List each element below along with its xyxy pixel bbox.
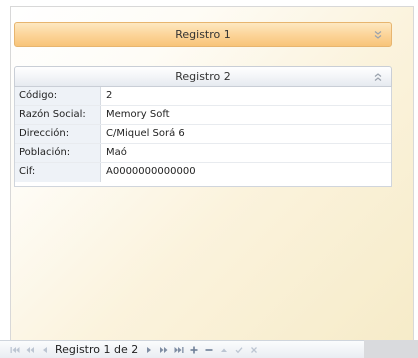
field-row-direccion: Dirección: C/Miquel Sorá 6 [15, 125, 391, 144]
field-label: Razón Social: [15, 106, 101, 124]
field-value[interactable]: Memory Soft [101, 106, 170, 124]
previous-record-icon[interactable] [38, 343, 52, 357]
double-chevron-up-icon[interactable] [373, 71, 383, 83]
field-label: Población: [15, 144, 101, 162]
size-grip [364, 340, 418, 358]
cancel-edit-icon[interactable] [247, 343, 261, 357]
delete-record-icon[interactable] [202, 343, 216, 357]
previous-page-icon[interactable] [23, 343, 37, 357]
double-chevron-down-icon[interactable] [373, 29, 383, 41]
next-page-icon[interactable] [157, 343, 171, 357]
record-grid: Código: 2 Razón Social: Memory Soft Dire… [14, 87, 392, 187]
next-record-icon[interactable] [142, 343, 156, 357]
last-record-icon[interactable] [172, 343, 186, 357]
panel-title: Registro 1 [175, 28, 231, 41]
field-row-codigo: Código: 2 [15, 87, 391, 106]
add-record-icon[interactable] [187, 343, 201, 357]
field-row-razon-social: Razón Social: Memory Soft [15, 106, 391, 125]
field-value[interactable]: C/Miquel Sorá 6 [101, 125, 185, 143]
field-row-cif: Cif: A0000000000000 [15, 163, 391, 182]
panel-header-registro-2[interactable]: Registro 2 [14, 66, 392, 87]
edit-record-icon[interactable] [217, 343, 231, 357]
record-navigator: Registro 1 de 2 [0, 340, 364, 358]
field-label: Cif: [15, 163, 101, 182]
field-label: Dirección: [15, 125, 101, 143]
field-value[interactable]: A0000000000000 [101, 163, 196, 182]
panel-title: Registro 2 [175, 70, 231, 83]
field-row-poblacion: Población: Maó [15, 144, 391, 163]
field-label: Código: [15, 87, 101, 105]
post-edit-icon[interactable] [232, 343, 246, 357]
first-record-icon[interactable] [8, 343, 22, 357]
panel-header-registro-1[interactable]: Registro 1 [14, 22, 392, 47]
field-value[interactable]: 2 [101, 87, 112, 105]
record-position-label: Registro 1 de 2 [55, 343, 139, 356]
field-value[interactable]: Maó [101, 144, 127, 162]
